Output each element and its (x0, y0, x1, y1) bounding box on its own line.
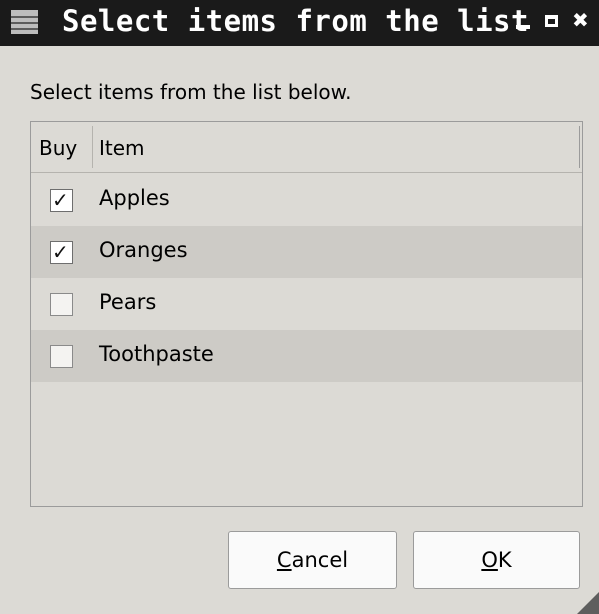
close-icon[interactable]: ✖ (572, 10, 592, 30)
buy-checkbox[interactable] (50, 345, 73, 368)
column-separator[interactable] (579, 126, 580, 168)
column-separator[interactable] (92, 126, 93, 168)
list-item[interactable]: ✓ Apples (31, 174, 582, 226)
list-item[interactable]: Toothpaste (31, 330, 582, 382)
minimize-icon[interactable] (514, 12, 534, 32)
buy-checkbox[interactable] (50, 293, 73, 316)
dialog-window: Select items from the list ✖ Select item… (0, 0, 599, 614)
list-item[interactable]: Pears (31, 278, 582, 330)
item-label: Oranges (99, 238, 188, 262)
buy-checkbox[interactable]: ✓ (50, 240, 73, 264)
window-menu-icon[interactable] (11, 10, 38, 34)
check-icon: ✓ (52, 188, 69, 212)
item-label: Pears (99, 290, 157, 314)
maximize-icon[interactable] (544, 12, 564, 32)
item-label: Toothpaste (99, 342, 214, 366)
column-header-buy[interactable]: Buy (39, 136, 77, 160)
ok-button[interactable]: OK (413, 531, 580, 589)
cancel-button[interactable]: Cancel (228, 531, 397, 589)
window-title: Select items from the list (62, 4, 529, 38)
instruction-label: Select items from the list below. (30, 80, 352, 104)
items-list[interactable]: Buy Item ✓ Apples ✓ Oranges Pears Toothp… (30, 121, 583, 507)
check-icon: ✓ (52, 240, 69, 264)
item-label: Apples (99, 186, 170, 210)
buy-checkbox[interactable]: ✓ (50, 188, 73, 212)
ok-label: K (497, 548, 512, 572)
cancel-mnemonic: C (276, 548, 292, 572)
list-header: Buy Item (31, 122, 582, 173)
resize-grip-icon[interactable] (577, 592, 599, 614)
column-header-item[interactable]: Item (99, 136, 145, 160)
cancel-label: ancel (291, 548, 349, 572)
list-item[interactable]: ✓ Oranges (31, 226, 582, 278)
ok-mnemonic: O (481, 548, 498, 572)
title-bar[interactable]: Select items from the list ✖ (0, 0, 599, 46)
